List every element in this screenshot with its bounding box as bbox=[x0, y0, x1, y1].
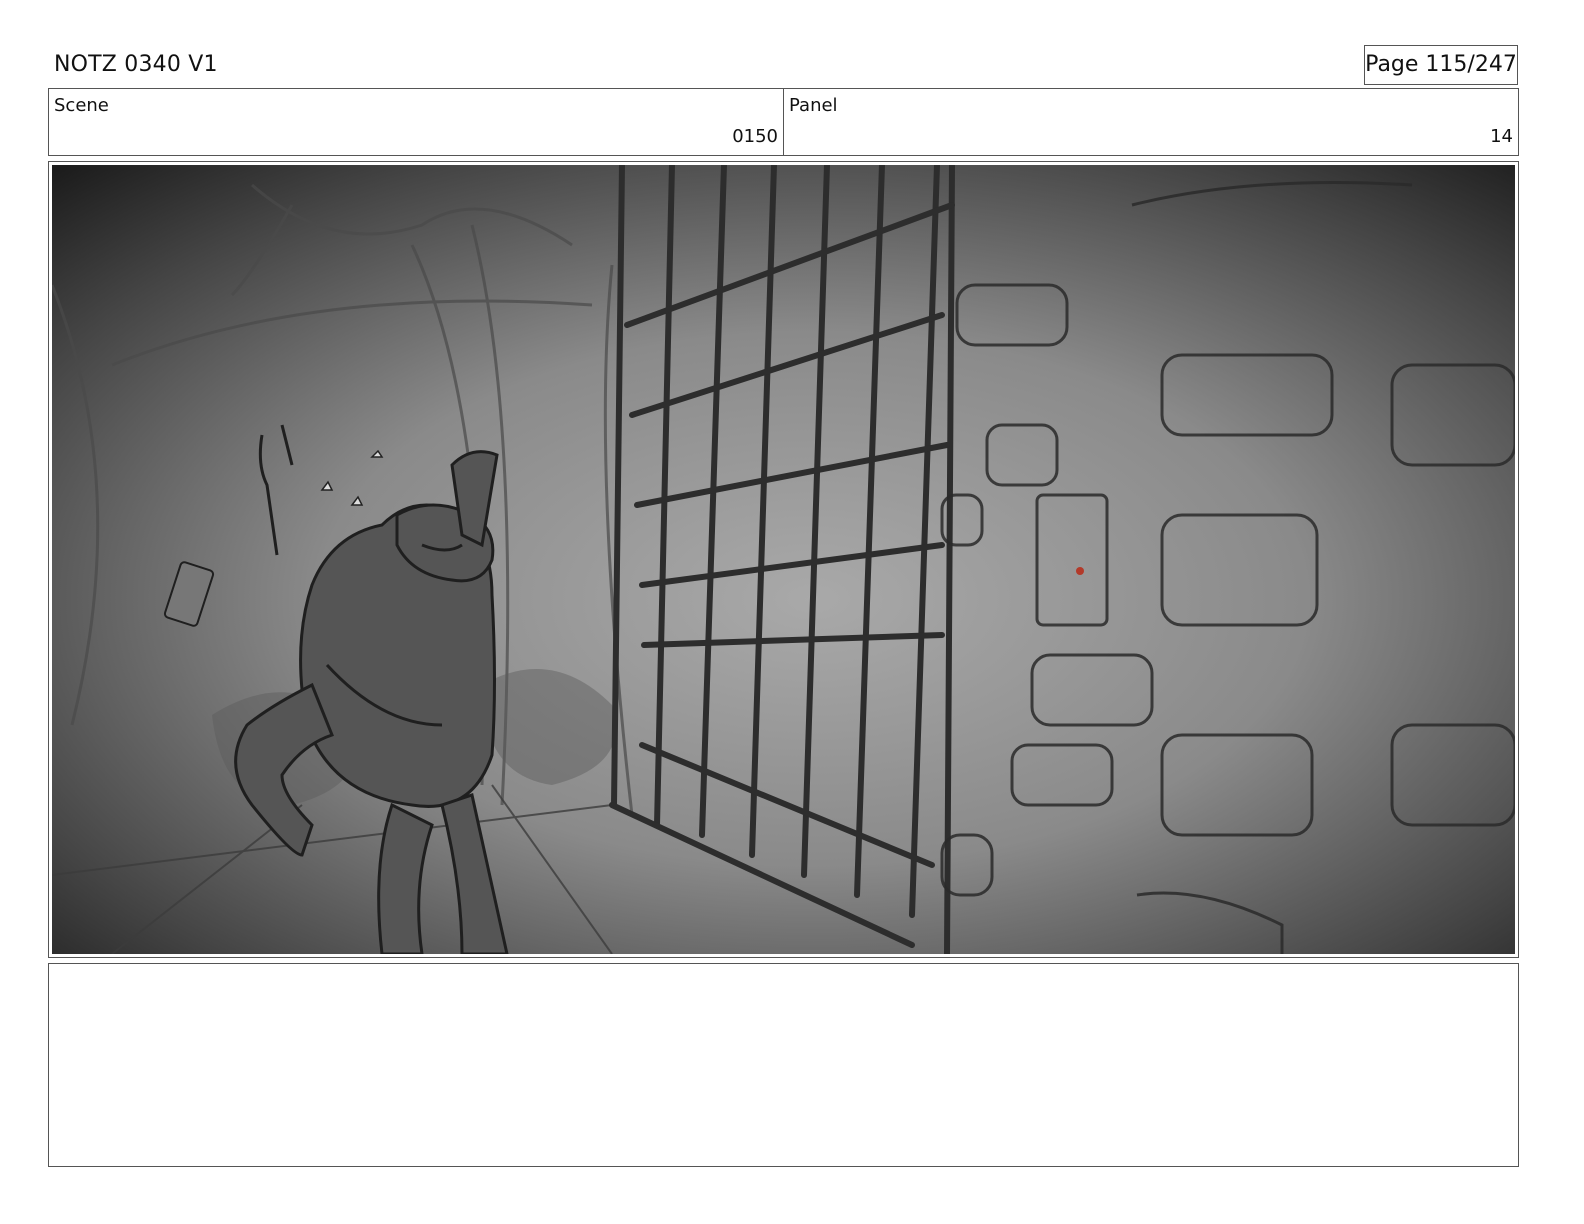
storyboard-panel bbox=[48, 161, 1519, 958]
panel-notes-box bbox=[48, 963, 1519, 1167]
panel-cell: Panel 14 bbox=[783, 89, 1518, 155]
panel-label: Panel bbox=[789, 95, 838, 116]
page-number: Page 115/247 bbox=[1364, 45, 1518, 85]
document-title: NOTZ 0340 V1 bbox=[54, 52, 218, 77]
scene-value: 0150 bbox=[732, 126, 778, 147]
panel-value: 14 bbox=[1490, 126, 1513, 147]
scene-label: Scene bbox=[54, 95, 109, 116]
scene-cell: Scene 0150 bbox=[49, 89, 783, 155]
scene-panel-info: Scene 0150 Panel 14 bbox=[48, 88, 1519, 156]
storyboard-sketch-image bbox=[52, 165, 1515, 954]
